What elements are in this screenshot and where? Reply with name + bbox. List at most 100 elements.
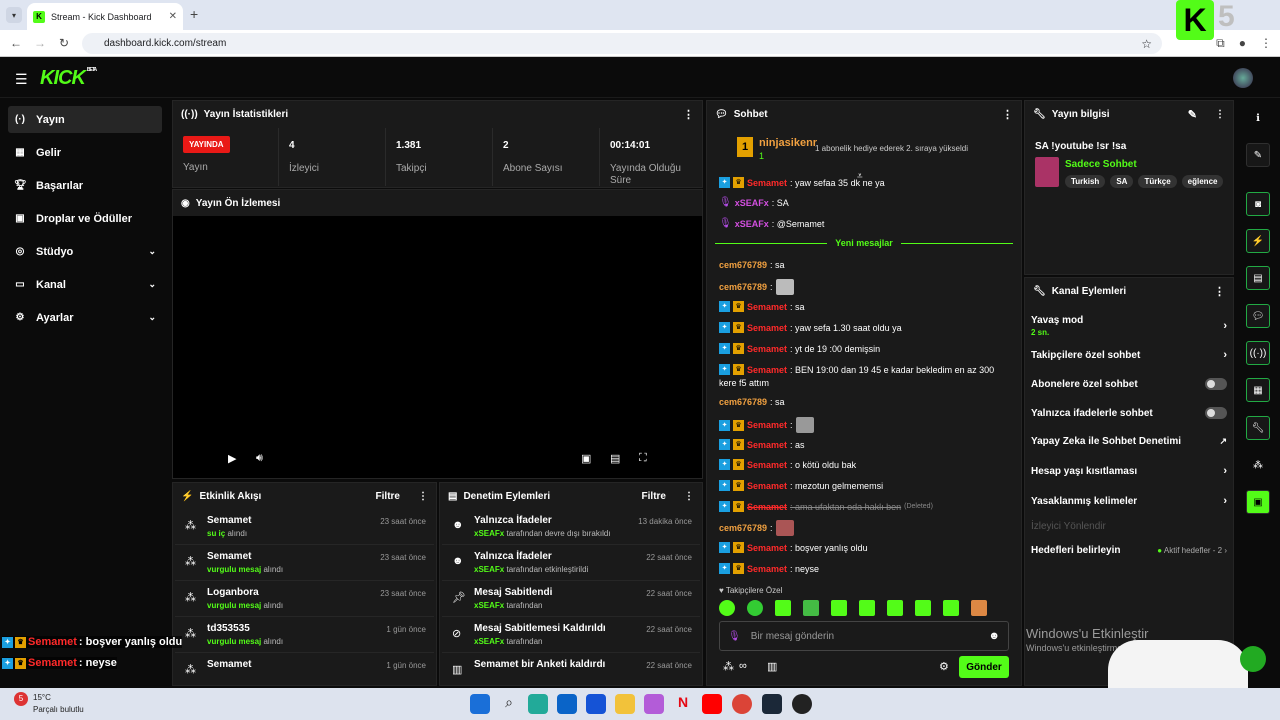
emoji-icon[interactable]: ☻ [988,630,1000,642]
age-limit-row[interactable]: Hesap yaşı kısıtlaması › [1031,465,1227,477]
more-icon[interactable]: ⋮ [1214,285,1225,298]
edge-icon[interactable] [528,694,548,714]
new-tab-icon[interactable]: + [190,6,198,22]
outlook-icon[interactable] [557,694,577,714]
emote-chat-row[interactable]: Yalnızca ifadelerle sohbet [1031,407,1227,419]
kick-header: ☰ KICK BETA [0,58,1280,98]
chat-message: ✦ ♛ Semamet: o kötü oldu bak [719,459,856,470]
emote-icon[interactable] [859,600,875,616]
chrome-icon[interactable] [732,694,752,714]
subs-chat-row[interactable]: Abonelere özel sohbet [1031,378,1227,390]
emote-icon[interactable] [747,600,763,616]
chat-input[interactable]: 🎙︎ Bir mesaj gönderin ☻ [719,621,1009,651]
ai-mod-row[interactable]: Yapay Zeka ile Sohbet Denetimi ↗ [1031,436,1227,447]
play-icon[interactable]: ▶ [228,452,236,465]
pinned-gifter[interactable]: ninjasikenr 1 [759,137,817,161]
weather-temp[interactable]: 15°C [33,693,51,702]
kick-logo[interactable]: KICK BETA [40,67,97,90]
sidebar-item-droplar[interactable]: ▣ Droplar ve Ödüller [8,205,162,232]
category-link[interactable]: Sadece Sohbet [1065,159,1137,170]
sidebar-item-kanal[interactable]: ▭ Kanal ⌄ [8,271,162,298]
wrench-icon: 🔧︎ [1033,285,1046,297]
slow-mode-row[interactable]: Yavaş mod 2 sn. › [1031,315,1227,337]
users-icon[interactable]: ⁂ [1246,453,1270,477]
steam-icon[interactable] [762,694,782,714]
sidebar-item-yayin[interactable]: (·) Yayın [8,106,162,133]
start-icon[interactable] [470,694,490,714]
miniplayer-icon[interactable]: ▣ [581,452,591,465]
tag[interactable]: Türkçe [1138,175,1177,188]
emote-icon[interactable] [971,600,987,616]
tab-close-icon[interactable]: ✕ [169,11,177,22]
weather-desc[interactable]: Parçalı bulutlu [33,705,84,714]
url-field[interactable]: dashboard.kick.com/stream ☆ [82,33,1162,54]
settings-icon[interactable]: ⚙ [939,660,949,673]
search-icon[interactable]: ⌕ [499,694,519,714]
bolt-icon[interactable]: ⚡ [1246,229,1270,253]
emote-icon[interactable] [803,600,819,616]
more-icon[interactable]: ⋮ [1002,108,1013,121]
store-icon[interactable]: ▥ [767,660,777,673]
browser-tab[interactable]: K Stream - Kick Dashboard ✕ [27,3,183,30]
tag[interactable]: Turkish [1065,175,1106,188]
emote-icon[interactable] [915,600,931,616]
emote-icon[interactable] [775,600,791,616]
store-icon[interactable] [586,694,606,714]
more-icon[interactable]: ⋮ [418,491,428,502]
emote-icon[interactable] [719,600,735,616]
tag[interactable]: SA [1110,175,1134,188]
users-icon[interactable]: ⁂ [723,660,734,673]
followers-chat-row[interactable]: Takipçilere özel sohbet › [1031,349,1227,361]
subs-chat-toggle[interactable] [1205,378,1227,390]
edit-icon[interactable]: ✎ [1188,108,1197,121]
followers-only-label: ♥ Takipçilere Özel [719,586,783,595]
emote-icon [775,520,794,536]
menu-icon[interactable]: ⋮ [1260,36,1272,51]
banned-words-row[interactable]: Yasaklanmış kelimeler › [1031,495,1227,507]
chat-icon[interactable]: 💬︎ [1246,304,1270,328]
sidebar-item-gelir[interactable]: ▦ Gelir [8,139,162,166]
copilot-icon[interactable] [644,694,664,714]
broadcast-icon[interactable]: ((·)) [1246,341,1270,365]
emote-icon[interactable] [887,600,903,616]
edit-icon[interactable]: ✎ [1246,143,1270,167]
info-icon[interactable]: ℹ [1246,106,1270,130]
camera-icon[interactable]: ◙ [1246,192,1270,216]
bookmark-star-icon[interactable]: ☆ [1141,37,1152,51]
send-button[interactable]: Gönder [959,656,1009,678]
emote-icon[interactable] [943,600,959,616]
sidebar-item-basarilar[interactable]: 🏆︎ Başarılar [8,172,162,199]
netflix-icon[interactable]: N [673,694,693,714]
app-icon[interactable] [792,694,812,714]
folder-icon[interactable] [615,694,635,714]
back-icon[interactable]: ← [4,36,28,50]
reload-icon[interactable]: ↻ [52,36,76,50]
goals-row[interactable]: Hedefleri belirleyin ● Aktif hedefler - 2… [1031,545,1227,556]
emote-icon[interactable] [831,600,847,616]
volume-icon[interactable]: 🔊︎ [256,452,263,465]
youtube-icon[interactable] [702,694,722,714]
sidebar-item-studyo[interactable]: ◎ Stüdyo ⌄ [8,238,162,265]
infinity-icon[interactable]: ∞ [739,660,747,672]
fullscreen-icon[interactable]: ⛶ [639,452,647,465]
forward-icon[interactable]: → [28,36,52,50]
filter-button[interactable]: Filtre [376,491,400,502]
app-icon[interactable]: ▣ [1246,490,1270,514]
phone-icon[interactable] [1240,646,1266,672]
sidebar-item-ayarlar[interactable]: ⚙ Ayarlar ⌄ [8,304,162,331]
document-icon[interactable]: ▤ [1246,266,1270,290]
more-icon[interactable]: ⋮ [683,108,694,121]
emote-chat-toggle[interactable] [1205,407,1227,419]
wrench-icon[interactable]: 🔧︎ [1246,416,1270,440]
avatar[interactable] [1233,68,1253,88]
channel-actions-title: Kanal Eylemleri [1051,285,1127,297]
external-link-icon: ↗ [1219,436,1227,446]
more-icon[interactable]: ⋮ [684,491,694,502]
theater-icon[interactable]: ▤ [610,452,620,465]
tag[interactable]: eğlence [1181,175,1224,188]
layout-icon[interactable]: ▦ [1246,378,1270,402]
hamburger-icon[interactable]: ☰ [15,71,28,88]
more-icon[interactable]: ⋮ [1215,109,1225,120]
filter-button[interactable]: Filtre [642,491,666,502]
tab-search-icon[interactable]: ▾ [6,7,22,23]
